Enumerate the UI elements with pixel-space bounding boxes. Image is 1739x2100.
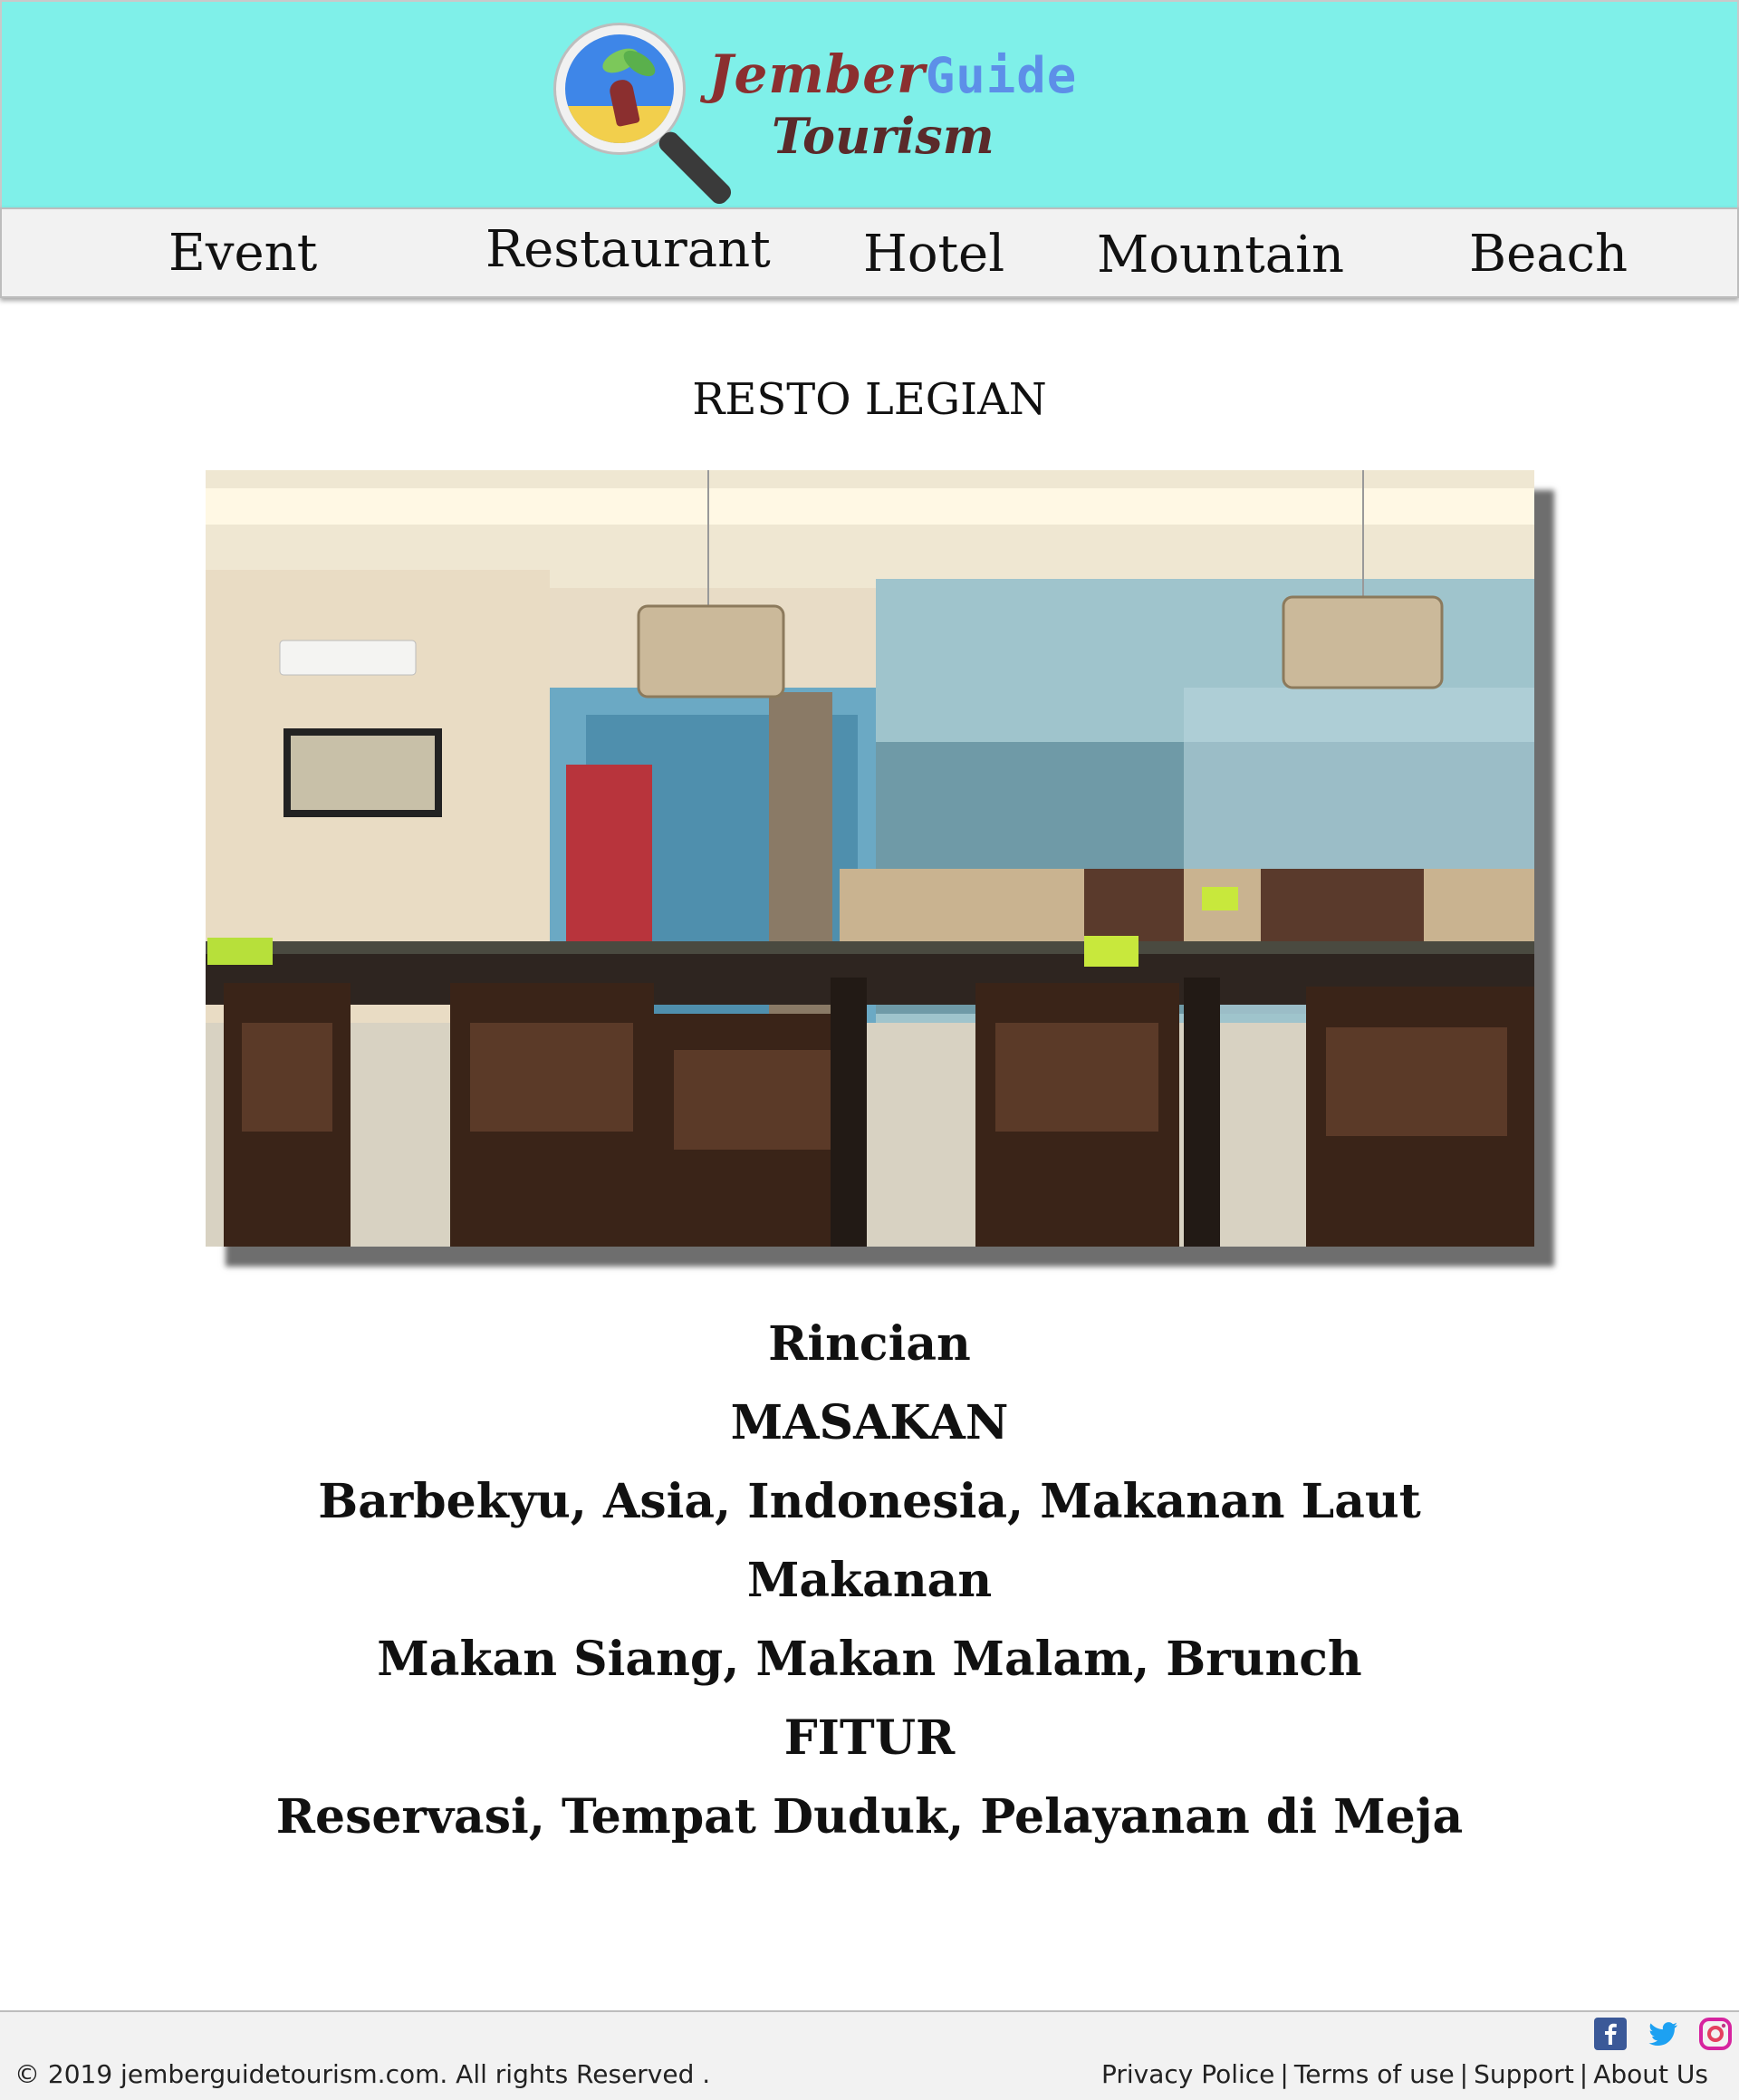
site-header: JemberGuide Tourism xyxy=(0,0,1739,208)
restaurant-photo xyxy=(206,470,1534,1247)
privacy-policy-link[interactable]: Privacy Police xyxy=(1101,2059,1274,2089)
meals-value: Makan Siang, Makan Malam, Brunch xyxy=(377,1632,1362,1687)
nav-item-event[interactable]: Event xyxy=(168,224,317,283)
link-separator: | xyxy=(1579,2059,1589,2089)
cuisine-value: Barbekyu, Asia, Indonesia, Makanan Laut xyxy=(318,1474,1421,1529)
copyright-text: © 2019 jemberguidetourism.com. All right… xyxy=(14,2059,711,2089)
footer-links: Privacy Police | Terms of use | Support | Abou… xyxy=(1101,2059,1708,2089)
page-title: RESTO LEGIAN xyxy=(692,374,1047,425)
magnifier-handle xyxy=(655,128,735,208)
magnifier-island-icon xyxy=(556,25,683,152)
facebook-icon[interactable] xyxy=(1594,2018,1627,2050)
about-us-link[interactable]: About Us xyxy=(1593,2059,1708,2089)
link-separator: | xyxy=(1280,2059,1289,2089)
nav-item-hotel[interactable]: Hotel xyxy=(863,225,1004,284)
nav-item-beach[interactable]: Beach xyxy=(1469,225,1628,284)
nav-item-mountain[interactable]: Mountain xyxy=(1097,226,1344,284)
site-footer: © 2019 jemberguidetourism.com. All right… xyxy=(0,2010,1739,2100)
social-links xyxy=(1594,2012,1739,2052)
logo-text-jember: Jember xyxy=(708,43,926,105)
twitter-icon[interactable] xyxy=(1647,2018,1679,2050)
nav-item-restaurant[interactable]: Restaurant xyxy=(485,220,771,279)
support-link[interactable]: Support xyxy=(1474,2059,1574,2089)
logo-wordmark: JemberGuide xyxy=(708,43,1077,105)
link-separator: | xyxy=(1459,2059,1469,2089)
main-nav: Event Restaurant Hotel Mountain Beach xyxy=(0,207,1739,298)
features-value: Reservasi, Tempat Duduk, Pelayanan di Me… xyxy=(275,1789,1464,1845)
logo-text-tourism: Tourism xyxy=(772,107,994,165)
restaurant-details: Rincian MASAKAN Barbekyu, Asia, Indonesi… xyxy=(0,1305,1739,1856)
terms-of-use-link[interactable]: Terms of use xyxy=(1294,2059,1455,2089)
logo-text-guide: Guide xyxy=(925,47,1078,104)
site-logo[interactable]: JemberGuide Tourism xyxy=(545,18,1107,208)
details-heading: Rincian xyxy=(768,1316,971,1372)
meals-label: Makanan xyxy=(746,1553,993,1608)
features-label: FITUR xyxy=(783,1710,956,1766)
cuisine-label: MASAKAN xyxy=(730,1395,1009,1450)
instagram-icon[interactable] xyxy=(1699,2018,1732,2050)
